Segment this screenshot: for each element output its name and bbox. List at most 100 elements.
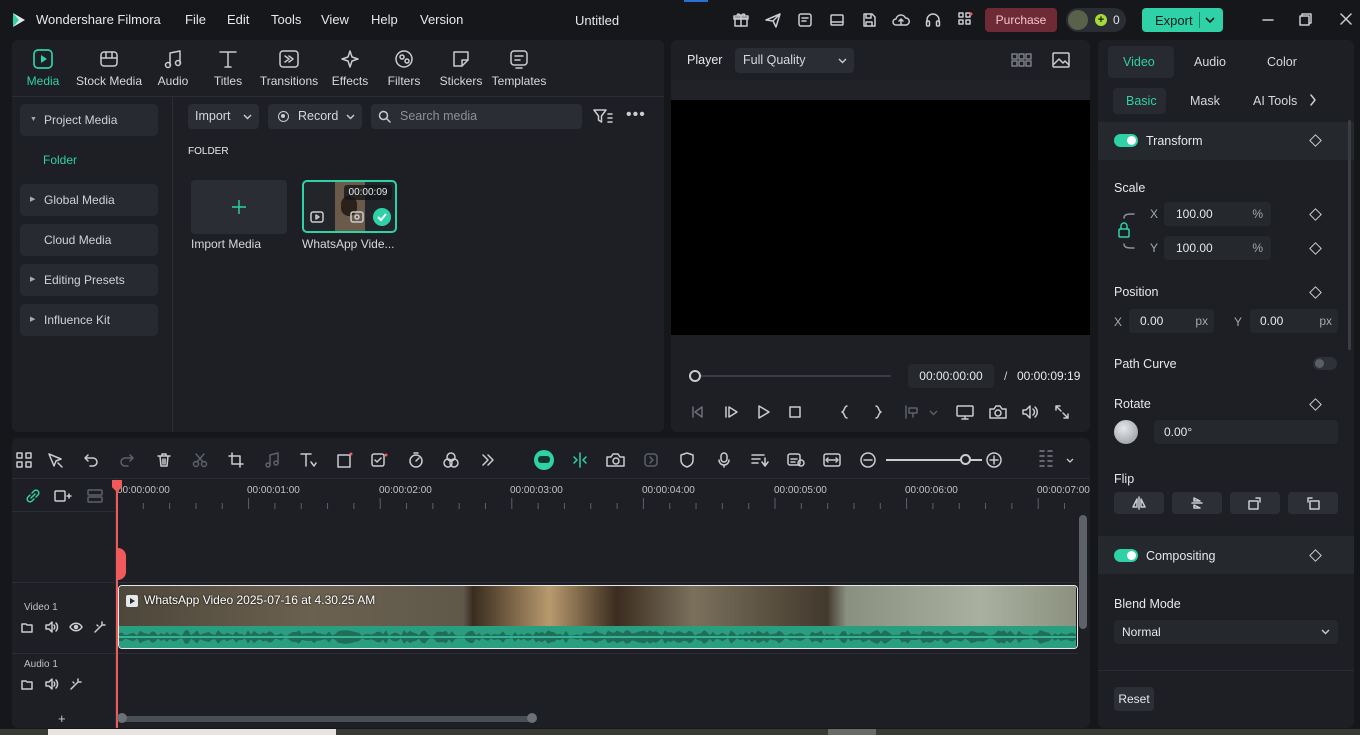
sidebar-item-influence-kit[interactable]: ▶ Influence Kit: [20, 304, 158, 336]
scroll-end-handle[interactable]: [527, 713, 537, 723]
search-input[interactable]: Search media: [371, 104, 582, 129]
sidebar-item-cloud-media[interactable]: Cloud Media: [20, 224, 158, 256]
eye-icon[interactable]: [69, 621, 83, 633]
track-volume-icon[interactable]: [45, 678, 59, 690]
close-icon[interactable]: [1340, 13, 1352, 25]
media-thumbnail[interactable]: 00:00:09: [302, 180, 397, 233]
tab-templates[interactable]: Templates: [490, 48, 548, 88]
display-icon[interactable]: [956, 404, 974, 420]
timeline-vertical-scrollbar[interactable]: [1079, 515, 1087, 629]
select-tool-icon[interactable]: [47, 452, 65, 468]
folder-icon[interactable]: [21, 678, 33, 690]
record-voiceover-icon[interactable]: [606, 452, 626, 468]
delete-icon[interactable]: [156, 452, 172, 468]
fullscreen-icon[interactable]: [1054, 404, 1070, 420]
subtitle-icon[interactable]: [787, 452, 805, 468]
tab-stock-media[interactable]: Stock Media: [74, 48, 144, 88]
tab-media[interactable]: Media: [25, 48, 61, 88]
headset-icon[interactable]: [925, 12, 941, 28]
sidebar-item-project-media[interactable]: ▼ Project Media: [20, 104, 158, 136]
auto-beat-icon[interactable]: [571, 452, 589, 468]
current-time[interactable]: 00:00:00:00: [908, 364, 994, 388]
menu-file[interactable]: File: [185, 12, 206, 27]
position-x-input[interactable]: 0.00 px: [1129, 309, 1214, 333]
tab-video[interactable]: Video: [1123, 55, 1155, 69]
import-dropdown[interactable]: Import: [188, 104, 259, 129]
import-media-tile[interactable]: [191, 180, 287, 234]
record-dropdown[interactable]: Record: [268, 104, 362, 129]
scale-y-input[interactable]: 100.00%: [1164, 236, 1271, 260]
sidebar-item-global-media[interactable]: ▶ Global Media: [20, 184, 158, 216]
mask-shape-icon[interactable]: [337, 452, 353, 468]
path-curve-toggle[interactable]: [1313, 357, 1337, 370]
menu-help[interactable]: Help: [371, 12, 398, 27]
flip-horizontal-button[interactable]: [1114, 492, 1164, 514]
zoom-out-icon[interactable]: [860, 452, 876, 468]
blend-mode-select[interactable]: Normal: [1114, 620, 1338, 644]
video-clip[interactable]: WhatsApp Video 2025-07-16 at 4.30.25 AM: [118, 585, 1078, 649]
more-tools-icon[interactable]: [480, 452, 496, 468]
scroll-start-handle[interactable]: [117, 713, 127, 723]
purchase-button[interactable]: Purchase: [985, 8, 1057, 32]
crop-icon[interactable]: [228, 452, 244, 468]
more-options-icon[interactable]: •••: [626, 106, 646, 124]
rotate-input[interactable]: 0.00°: [1154, 420, 1338, 444]
chevron-down-icon[interactable]: [1205, 17, 1215, 23]
zoom-in-icon[interactable]: [986, 452, 1002, 468]
rotate-left-button[interactable]: [1288, 492, 1338, 514]
subtab-basic[interactable]: Basic: [1126, 94, 1157, 108]
mark-in-icon[interactable]: [839, 404, 851, 420]
layout-icon[interactable]: [829, 12, 845, 28]
menu-view[interactable]: View: [321, 12, 349, 27]
video-preview[interactable]: [671, 100, 1090, 335]
folder-icon[interactable]: [21, 621, 33, 633]
save-icon[interactable]: [861, 12, 877, 28]
text-tool-icon[interactable]: [299, 452, 317, 468]
snapping-icon[interactable]: [823, 452, 841, 468]
rotate-dial[interactable]: [1114, 420, 1138, 444]
chevron-right-icon[interactable]: [1309, 94, 1317, 106]
add-track-button[interactable]: +: [58, 711, 66, 726]
menu-edit[interactable]: Edit: [227, 12, 249, 27]
microphone-icon[interactable]: [716, 452, 732, 468]
compositing-toggle[interactable]: [1114, 549, 1138, 562]
grid-view-icon[interactable]: [1011, 53, 1032, 68]
color-match-icon[interactable]: [443, 452, 459, 468]
stop-icon[interactable]: [787, 404, 803, 420]
audio-mixer-icon[interactable]: [751, 452, 769, 468]
menu-tools[interactable]: Tools: [271, 12, 301, 27]
magic-wand-icon[interactable]: [69, 678, 82, 691]
timeline-horizontal-scrollbar[interactable]: [120, 716, 534, 722]
ai-assistant-icon[interactable]: [534, 450, 554, 470]
keyframe-scale-x-icon[interactable]: [1309, 208, 1322, 221]
volume-icon[interactable]: [1021, 404, 1039, 420]
tab-filters[interactable]: Filters: [386, 48, 422, 88]
rotate-right-button[interactable]: [1230, 492, 1280, 514]
menu-version[interactable]: Version: [420, 12, 463, 27]
subtab-mask[interactable]: Mask: [1190, 94, 1220, 108]
export-button[interactable]: Export: [1142, 8, 1223, 32]
sidebar-item-editing-presets[interactable]: ▶ Editing Presets: [20, 264, 158, 296]
cloud-upload-icon[interactable]: [892, 12, 910, 28]
play-icon[interactable]: [755, 404, 771, 420]
tab-stickers[interactable]: Stickers: [438, 48, 484, 88]
sidebar-item-folder[interactable]: Folder: [43, 153, 77, 167]
mark-out-icon[interactable]: [872, 404, 884, 420]
snapshot-image-icon[interactable]: [1052, 52, 1070, 68]
tab-audio[interactable]: Audio: [155, 48, 191, 88]
restore-icon[interactable]: [1299, 13, 1312, 26]
playhead-cut-marker[interactable]: [116, 548, 126, 580]
scrub-handle[interactable]: [689, 370, 701, 382]
reset-button[interactable]: Reset: [1114, 687, 1154, 711]
apps-grid-icon[interactable]: [957, 11, 973, 27]
timeline-settings-icon[interactable]: [1038, 449, 1054, 471]
keyframe-position-icon[interactable]: [1309, 286, 1322, 299]
filter-sort-icon[interactable]: [593, 108, 613, 125]
tab-effects[interactable]: Effects: [330, 48, 370, 88]
camera-icon[interactable]: [989, 404, 1007, 420]
zoom-slider-handle[interactable]: [959, 454, 971, 465]
lock-ratio-icon[interactable]: [1116, 210, 1136, 252]
undo-icon[interactable]: [83, 452, 99, 468]
keyframe-scale-y-icon[interactable]: [1309, 242, 1322, 255]
track-volume-icon[interactable]: [45, 621, 59, 633]
